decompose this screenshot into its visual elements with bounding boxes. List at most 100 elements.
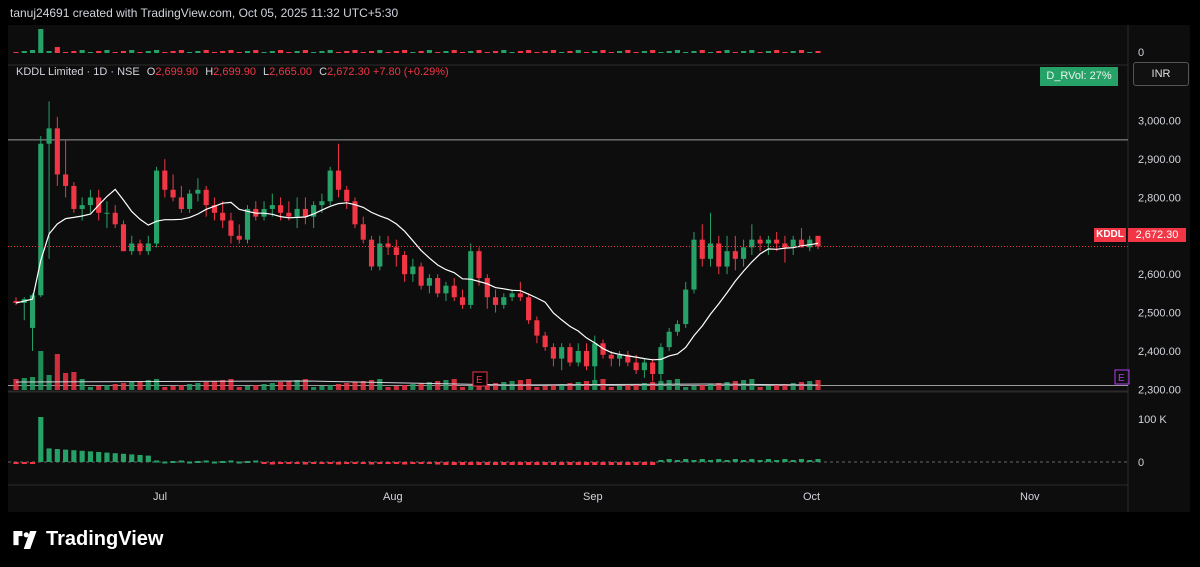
- top-volume-bar: [765, 51, 771, 53]
- oscillator-bar: [368, 462, 375, 465]
- top-volume-bar: [311, 52, 317, 53]
- candle-body: [145, 243, 151, 252]
- oscillator-bar: [63, 449, 69, 462]
- volume-bar: [327, 385, 333, 390]
- volume-bar: [153, 379, 160, 390]
- volume-bar: [617, 386, 623, 390]
- candle-body: [765, 239, 771, 244]
- volume-bar: [691, 386, 697, 390]
- candle-body: [402, 255, 408, 275]
- volume-bar: [253, 385, 259, 390]
- candle-body: [153, 170, 160, 244]
- oscillator-bar: [236, 461, 242, 464]
- oscillator-bar: [749, 459, 755, 462]
- top-volume-bar: [815, 51, 821, 53]
- candle-body: [658, 347, 664, 374]
- oscillator-bar: [815, 459, 821, 462]
- currency-button[interactable]: INR: [1133, 62, 1189, 86]
- oscillator-bar: [567, 462, 573, 465]
- oscillator-bar: [517, 462, 523, 465]
- oscillator-bar: [468, 462, 474, 465]
- volume-bar: [104, 385, 110, 390]
- oscillator-bar: [129, 454, 135, 462]
- volume-bar: [724, 382, 730, 390]
- candle-body: [344, 189, 350, 202]
- candle-body: [137, 243, 143, 252]
- candle-body: [79, 205, 85, 209]
- oscillator-bar: [377, 462, 383, 464]
- volume-bar: [120, 383, 127, 390]
- candle-body: [63, 174, 69, 186]
- candle-body: [368, 239, 375, 267]
- volume-bar: [162, 387, 168, 390]
- top-volume-bar: [476, 50, 482, 53]
- top-volume-bar: [798, 50, 805, 53]
- price-tick-label: 2,900.00: [1138, 154, 1181, 166]
- volume-bar: [228, 379, 234, 390]
- top-volume-bar: [633, 52, 639, 53]
- candle-body: [732, 251, 738, 259]
- volume-bar: [46, 375, 52, 390]
- candle-body: [815, 235, 821, 247]
- volume-bar: [286, 381, 292, 390]
- top-volume-bar: [319, 51, 325, 53]
- candle-body: [302, 208, 308, 217]
- candle-body: [542, 335, 548, 348]
- candle-body: [335, 170, 342, 190]
- candle-body: [476, 251, 482, 279]
- top-volume-bar: [104, 50, 110, 53]
- volume-bar: [393, 386, 399, 390]
- oscillator-bar: [559, 462, 565, 465]
- chart-attribution: tanuj24691 created with TradingView.com,…: [10, 6, 399, 20]
- top-volume-bar: [526, 50, 532, 53]
- top-volume-bar: [236, 52, 242, 53]
- chart-canvas[interactable]: 3,000.002,900.002,800.002,700.002,600.00…: [8, 25, 1190, 512]
- oscillator-bar: [625, 462, 631, 465]
- time-tick-label: Nov: [1020, 491, 1040, 503]
- top-volume-bar: [71, 51, 77, 53]
- candle-body: [509, 293, 515, 298]
- volume-bar: [278, 382, 284, 390]
- top-volume-bar: [782, 52, 788, 53]
- top-volume-bar: [741, 51, 747, 53]
- volume-bar: [344, 383, 350, 390]
- oscillator-bar: [162, 461, 168, 464]
- top-volume-bar: [716, 51, 722, 53]
- top-volume-bar: [691, 51, 697, 53]
- earnings-axis-label: E: [1118, 373, 1125, 384]
- volume-bar: [21, 378, 27, 390]
- volume-bar: [658, 381, 664, 390]
- top-volume-bar: [567, 51, 573, 53]
- top-volume-bar: [426, 50, 432, 53]
- top-volume-bar: [608, 52, 614, 53]
- top-volume-bar: [790, 51, 796, 53]
- brand-name: TradingView: [46, 528, 164, 550]
- oscillator-bar: [550, 462, 556, 465]
- volume-bar: [319, 386, 325, 390]
- volume-bar: [13, 379, 19, 390]
- oscillator-bar: [707, 460, 714, 462]
- oscillator-bar: [261, 462, 267, 464]
- time-tick-label: Oct: [803, 491, 820, 503]
- price-tick-label: 2,500.00: [1138, 308, 1181, 320]
- oscillator-bar: [492, 462, 499, 465]
- top-volume-bar: [170, 51, 176, 53]
- top-volume-bar: [137, 52, 143, 53]
- candle-body: [674, 324, 681, 332]
- chart-panel[interactable]: 3,000.002,900.002,800.002,700.002,600.00…: [8, 25, 1190, 512]
- top-volume-bar: [459, 52, 466, 53]
- top-volume-bar: [559, 52, 565, 53]
- volume-bar: [236, 387, 242, 390]
- candle-body: [228, 220, 234, 236]
- volume-bar: [501, 382, 507, 390]
- volume-bar: [79, 379, 85, 390]
- candle-body: [410, 266, 416, 275]
- oscillator-bar: [46, 448, 52, 462]
- top-volume-bar: [650, 50, 656, 53]
- top-volume-bar: [641, 51, 647, 53]
- top-volume-bar: [129, 50, 135, 53]
- candle-body: [203, 189, 209, 206]
- last-price-label: 2,672.30: [1128, 228, 1186, 242]
- oscillator-bar: [96, 452, 102, 462]
- top-volume-bar: [294, 51, 300, 53]
